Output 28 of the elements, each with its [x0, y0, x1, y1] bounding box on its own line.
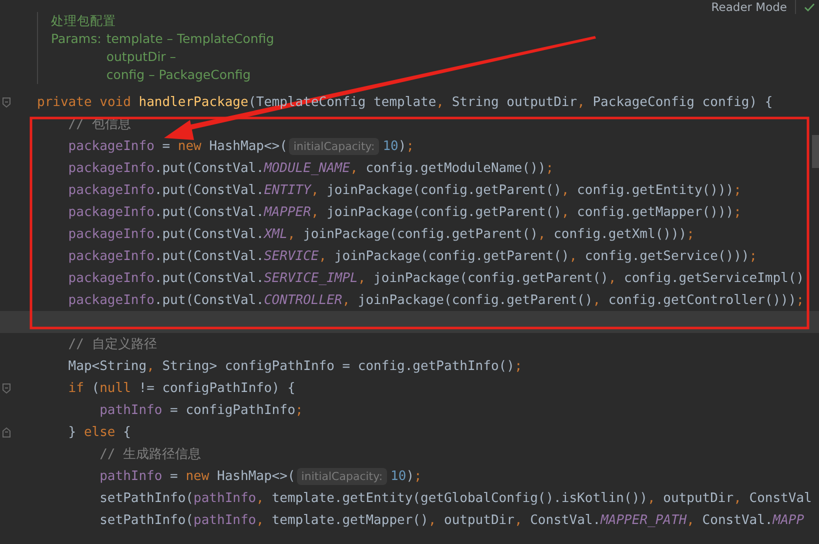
reader-mode-label[interactable]: Reader Mode: [711, 0, 796, 14]
code-comment: // 自定义路径: [68, 336, 157, 354]
code-line: pathInfo = configPathInfo;: [100, 402, 304, 420]
code-line: packageInfo.put(ConstVal.MODULE_NAME, config.getModuleName());: [68, 160, 554, 178]
code-line: pathInfo = new HashMap<>( initialCapacity: 10);: [100, 466, 422, 486]
check-icon: [804, 2, 815, 12]
code-line: packageInfo.put(ConstVal.ENTITY, joinPackage(config.getParent(), config.getEntity()));: [68, 182, 742, 200]
code-line: packageInfo.put(ConstVal.SERVICE, joinPackage(config.getParent(), config.getService()));: [68, 248, 758, 266]
code-line: packageInfo.put(ConstVal.CONTROLLER, joinPackage(config.getParent(), config.getController()));: [68, 292, 804, 310]
scrollbar-thumb[interactable]: [812, 135, 819, 168]
code-line: packageInfo.put(ConstVal.XML, joinPackage(config.getParent(), config.getXml()));: [68, 226, 694, 244]
code-line: packageInfo.put(ConstVal.MAPPER, joinPackage(config.getParent(), config.getMapper()));: [68, 204, 742, 222]
code-line: Map<String, String> configPathInfo = config.getPathInfo();: [68, 358, 522, 376]
fold-icon[interactable]: [2, 382, 11, 394]
code-line: packageInfo.put(ConstVal.SERVICE_IMPL, joinPackage(config.getParent(), config.getServiceImpl(): [68, 270, 804, 288]
fold-icon[interactable]: [2, 96, 11, 108]
params-label: Params:: [51, 30, 102, 48]
param-description: config – PackageConfig: [106, 66, 252, 84]
code-line: setPathInfo(pathInfo, template.getMapper(), outputDir, ConstVal.MAPPER_PATH, ConstVal.MAPP: [100, 512, 804, 530]
code-line: setPathInfo(pathInfo, template.getEntity(getGlobalConfig().isKotlin()), outputDir, ConstVal: [100, 490, 812, 508]
code-line: } else {: [68, 424, 131, 442]
param-description: outputDir –: [106, 48, 178, 66]
param-description: template – TemplateConfig: [106, 30, 274, 48]
code-line: if (null != configPathInfo) {: [68, 380, 296, 398]
code-comment: // 生成路径信息: [100, 446, 202, 464]
code-line: packageInfo = new HashMap<>( initialCapacity: 10);: [68, 136, 414, 156]
doc-comment-title: 处理包配置: [51, 12, 117, 30]
fold-icon[interactable]: [2, 426, 11, 438]
